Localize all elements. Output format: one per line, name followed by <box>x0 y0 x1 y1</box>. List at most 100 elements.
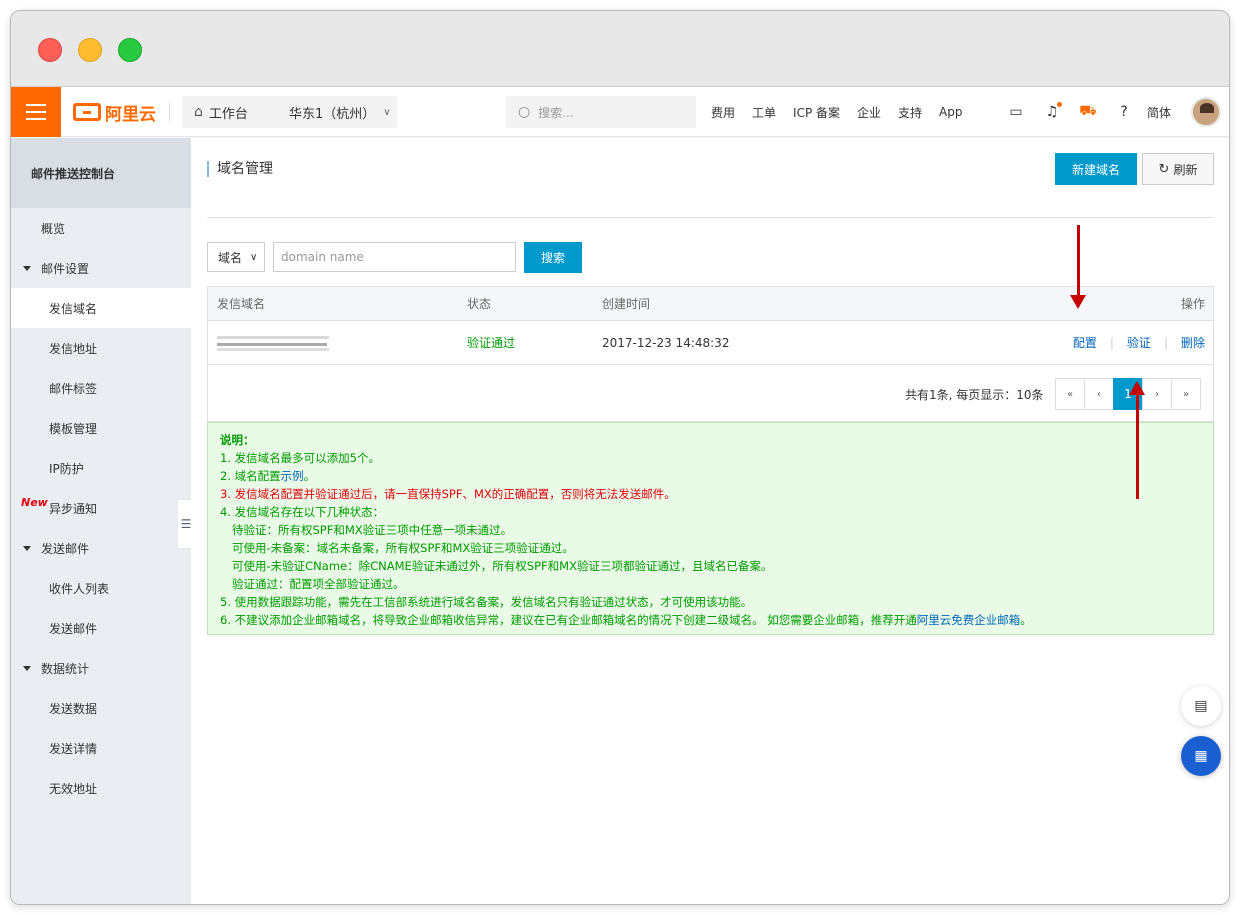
last-page-button[interactable]: » <box>1171 378 1201 410</box>
sidebar-item-overview[interactable]: 概览 <box>11 208 191 248</box>
collapse-menu-icon: ☰ <box>180 517 192 531</box>
sidebar-item-sender-addresses[interactable]: 发信地址 <box>11 328 191 368</box>
divider <box>207 217 1214 218</box>
sidebar-item-label: 异步通知 <box>49 501 98 516</box>
note-text: 。 <box>303 469 316 483</box>
nav-link-app[interactable]: App <box>939 105 962 119</box>
column-header-created: 创建时间 <box>602 297 651 311</box>
aliyun-logo[interactable]: 阿里云 <box>73 101 156 125</box>
region-selector[interactable]: 华东1（杭州） ∨ <box>277 96 397 128</box>
nav-link-fees[interactable]: 费用 <box>711 104 735 121</box>
search-icon: ○ <box>518 104 531 120</box>
sidebar-item-sender-domains[interactable]: 发信域名 <box>11 288 191 328</box>
close-window-button[interactable] <box>38 38 62 62</box>
user-avatar[interactable] <box>1191 97 1221 127</box>
aliyun-logo-icon <box>73 103 101 121</box>
sidebar-group-send-mail[interactable]: 发送邮件 <box>11 528 191 568</box>
logo-text: 阿里云 <box>105 104 156 125</box>
global-search-input[interactable]: ○ 搜索... <box>506 96 696 128</box>
first-page-button[interactable]: « <box>1055 378 1085 410</box>
minimize-window-button[interactable] <box>78 38 102 62</box>
sidebar: 邮件推送控制台 概览 邮件设置 发信域名 发信地址 邮件标签 模板管理 IP防护… <box>11 138 191 904</box>
sidebar-item-async-notify[interactable]: New 异步通知 <box>11 488 191 528</box>
domain-search-input[interactable]: domain name <box>273 242 516 272</box>
cart-icon[interactable]: ⛟ <box>1076 103 1100 121</box>
nav-link-tickets[interactable]: 工单 <box>752 104 776 121</box>
note-line: 2. 域名配置示例。 <box>220 467 1201 485</box>
note-line-warning: 3. 发信域名配置并验证通过后，请一直保持SPF、MX的正确配置，否则将无法发送… <box>220 487 676 501</box>
notification-dot <box>1057 102 1062 107</box>
note-line: 4. 发信域名存在以下几种状态： <box>220 505 385 519</box>
sidebar-item-recipient-lists[interactable]: 收件人列表 <box>11 568 191 608</box>
caret-down-icon <box>23 545 31 551</box>
page-title: 域名管理 <box>207 161 273 177</box>
verify-link[interactable]: 验证 <box>1127 334 1151 351</box>
sidebar-item-label: 发送数据 <box>49 701 98 716</box>
workbench-button[interactable]: ⌂ 工作台 <box>182 96 278 128</box>
chevron-down-icon: ∨ <box>250 251 258 263</box>
table-row: 验证通过 2017-12-23 14:48:32 配置 | 验证 | 删除 <box>208 321 1213 365</box>
column-header-actions: 操作 <box>1180 297 1205 311</box>
divider: | <box>1109 335 1114 350</box>
nav-link-icp[interactable]: ICP 备案 <box>793 104 840 121</box>
delete-link[interactable]: 删除 <box>1181 334 1205 351</box>
top-icon-group: ▭ ♫ ⛟ ? <box>1004 87 1148 137</box>
annotation-arrow-up <box>1136 394 1139 499</box>
instructions-panel: 说明： 1. 发信域名最多可以添加5个。 2. 域名配置示例。 3. 发信域名配… <box>207 422 1214 635</box>
sidebar-item-send-data[interactable]: 发送数据 <box>11 688 191 728</box>
home-icon: ⌂ <box>194 104 203 120</box>
table-header: 发信域名 状态 创建时间 操作 <box>208 287 1213 321</box>
filter-field-select[interactable]: 域名 ∨ <box>207 242 265 272</box>
sidebar-item-invalid-addresses[interactable]: 无效地址 <box>11 768 191 808</box>
sidebar-item-label: 发信域名 <box>49 301 98 316</box>
annotation-arrow-down <box>1077 225 1080 295</box>
hamburger-menu-button[interactable] <box>11 87 61 137</box>
new-domain-button[interactable]: 新建域名 <box>1055 153 1137 185</box>
note-line: 1. 发信域名最多可以添加5个。 <box>220 451 380 465</box>
feedback-chat-button[interactable]: ▤ <box>1181 686 1221 726</box>
column-header-status: 状态 <box>467 297 492 311</box>
console-topbar: 阿里云 ⌂ 工作台 华东1（杭州） ∨ ○ 搜索... 费用 工单 ICP 备案… <box>11 87 1229 137</box>
refresh-label: 刷新 <box>1173 162 1198 177</box>
sidebar-item-mail-tags[interactable]: 邮件标签 <box>11 368 191 408</box>
note-line: 待验证：所有权SPF和MX验证三项中任意一项未通过。 <box>232 523 513 537</box>
sidebar-title: 邮件推送控制台 <box>11 138 191 208</box>
filter-select-value: 域名 <box>218 250 243 265</box>
sidebar-group-mail-settings[interactable]: 邮件设置 <box>11 248 191 288</box>
browser-window: 阿里云 ⌂ 工作台 华东1（杭州） ∨ ○ 搜索... 费用 工单 ICP 备案… <box>10 10 1230 905</box>
bell-icon[interactable]: ♫ <box>1040 102 1064 120</box>
search-placeholder: 搜索... <box>538 105 574 120</box>
pagination-row: 共有1条, 每页显示：10条 « ‹ 1 › » <box>208 365 1213 421</box>
blurred-domain-name <box>217 321 329 364</box>
sidebar-item-ip-protection[interactable]: IP防护 <box>11 448 191 488</box>
free-enterprise-mail-link[interactable]: 阿里云免费企业邮箱 <box>917 613 1021 627</box>
apps-widget-button[interactable]: ▦ <box>1181 736 1221 776</box>
sidebar-item-label: 邮件设置 <box>41 261 90 276</box>
example-link[interactable]: 示例 <box>281 469 304 483</box>
help-icon[interactable]: ? <box>1112 104 1136 120</box>
sidebar-group-statistics[interactable]: 数据统计 <box>11 648 191 688</box>
next-page-button[interactable]: › <box>1142 378 1172 410</box>
main-content: 域名管理 新建域名 ↻ 刷新 域名 ∨ domain name 搜索 发信域名 … <box>191 138 1229 904</box>
language-switch[interactable]: 简体 <box>1147 104 1171 121</box>
search-button[interactable]: 搜索 <box>524 242 582 273</box>
prev-page-button[interactable]: ‹ <box>1084 378 1114 410</box>
sidebar-item-templates[interactable]: 模板管理 <box>11 408 191 448</box>
sidebar-item-label: 模板管理 <box>49 421 98 436</box>
sidebar-item-send-details[interactable]: 发送详情 <box>11 728 191 768</box>
zoom-window-button[interactable] <box>118 38 142 62</box>
divider: | <box>1163 335 1168 350</box>
sidebar-item-label: 收件人列表 <box>49 581 110 596</box>
apps-grid-icon: ▦ <box>1194 748 1208 764</box>
sidebar-item-send-mail[interactable]: 发送邮件 <box>11 608 191 648</box>
configure-link[interactable]: 配置 <box>1073 334 1097 351</box>
sidebar-item-label: 无效地址 <box>49 781 98 796</box>
created-time: 2017-12-23 14:48:32 <box>602 335 730 350</box>
sidebar-item-label: 数据统计 <box>41 661 90 676</box>
nav-link-support[interactable]: 支持 <box>898 104 922 121</box>
note-line: 可使用-未备案：域名未备案，所有权SPF和MX验证三项验证通过。 <box>232 541 574 555</box>
refresh-button[interactable]: ↻ 刷新 <box>1142 153 1214 185</box>
nav-link-enterprise[interactable]: 企业 <box>857 104 881 121</box>
terminal-icon[interactable]: ▭ <box>1004 104 1028 120</box>
annotation-arrowhead <box>1129 381 1145 395</box>
